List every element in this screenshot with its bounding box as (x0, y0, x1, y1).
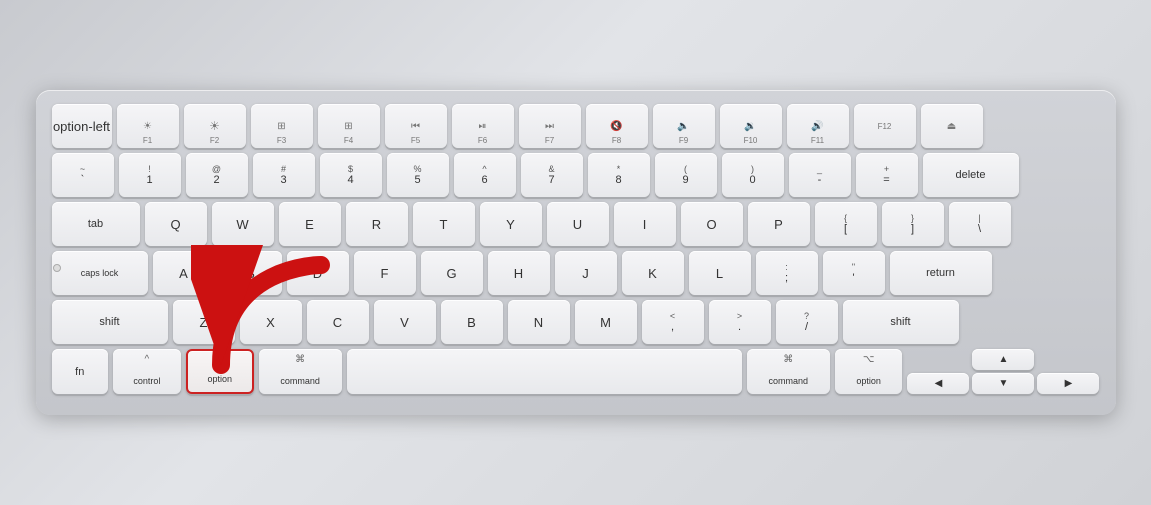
key-r[interactable]: R (346, 202, 408, 246)
key-h[interactable]: H (488, 251, 550, 295)
key-option-left[interactable]: ⌥ option (186, 349, 254, 394)
key-f4[interactable]: ⊞ F4 (318, 104, 380, 148)
key-0[interactable]: ) 0 (722, 153, 784, 197)
key-period[interactable]: > . (709, 300, 771, 344)
key-esc[interactable]: option-left (52, 104, 112, 148)
key-rbracket[interactable]: } ] (882, 202, 944, 246)
shift-key-row: shift Z X C V B N M < , > . (52, 300, 1100, 344)
key-z[interactable]: Z (173, 300, 235, 344)
key-p[interactable]: P (748, 202, 810, 246)
key-n[interactable]: N (508, 300, 570, 344)
key-j[interactable]: J (555, 251, 617, 295)
key-f7[interactable]: ⏭ F7 (519, 104, 581, 148)
key-f[interactable]: F (354, 251, 416, 295)
key-e[interactable]: E (279, 202, 341, 246)
key-command-left[interactable]: ⌘ command (259, 349, 342, 394)
key-return[interactable]: return (890, 251, 992, 295)
asdf-key-row: caps lock A S D F G H J K L : (52, 251, 1100, 295)
key-m[interactable]: M (575, 300, 637, 344)
key-1[interactable]: ! 1 (119, 153, 181, 197)
key-space[interactable] (347, 349, 742, 394)
key-q[interactable]: Q (145, 202, 207, 246)
key-eject[interactable]: ⏏ (921, 104, 983, 148)
key-8[interactable]: * 8 (588, 153, 650, 197)
key-tilde[interactable]: ~ ` (52, 153, 114, 197)
key-arrow-down[interactable]: ▼ (972, 373, 1034, 394)
key-quote[interactable]: " ' (823, 251, 885, 295)
key-f9[interactable]: 🔈 F9 (653, 104, 715, 148)
key-x[interactable]: X (240, 300, 302, 344)
key-y[interactable]: Y (480, 202, 542, 246)
key-arrow-up[interactable]: ▲ (972, 349, 1034, 370)
key-2[interactable]: @ 2 (186, 153, 248, 197)
key-slash[interactable]: ? / (776, 300, 838, 344)
key-shift-right[interactable]: shift (843, 300, 959, 344)
key-arrow-right[interactable]: ▶ (1037, 373, 1099, 394)
key-9[interactable]: ( 9 (655, 153, 717, 197)
key-v[interactable]: V (374, 300, 436, 344)
keyboard: option-left ☀ F1 ☀ F2 ⊞ F3 ⊞ F4 ⏮ F5 ⏯ F… (36, 90, 1116, 415)
key-f6[interactable]: ⏯ F6 (452, 104, 514, 148)
key-f11[interactable]: 🔊 F11 (787, 104, 849, 148)
key-4[interactable]: $ 4 (320, 153, 382, 197)
number-key-row: ~ ` ! 1 @ 2 # 3 $ 4 % 5 ^ 6 & 7 (52, 153, 1100, 197)
key-g[interactable]: G (421, 251, 483, 295)
key-k[interactable]: K (622, 251, 684, 295)
key-i[interactable]: I (614, 202, 676, 246)
key-b[interactable]: B (441, 300, 503, 344)
key-semicolon[interactable]: : ; (756, 251, 818, 295)
key-f12[interactable]: F12 (854, 104, 916, 148)
key-d[interactable]: D (287, 251, 349, 295)
key-5[interactable]: % 5 (387, 153, 449, 197)
key-minus[interactable]: _ - (789, 153, 851, 197)
key-u[interactable]: U (547, 202, 609, 246)
key-w[interactable]: W (212, 202, 274, 246)
key-tab[interactable]: tab (52, 202, 140, 246)
key-lbracket[interactable]: { [ (815, 202, 877, 246)
key-backslash[interactable]: | \ (949, 202, 1011, 246)
key-delete[interactable]: delete (923, 153, 1019, 197)
key-l[interactable]: L (689, 251, 751, 295)
key-control-left[interactable]: ^ control (113, 349, 181, 394)
key-option-right[interactable]: ⌥ option (835, 349, 903, 394)
key-equals[interactable]: + = (856, 153, 918, 197)
key-f5[interactable]: ⏮ F5 (385, 104, 447, 148)
key-3[interactable]: # 3 (253, 153, 315, 197)
fn-key-row: option-left ☀ F1 ☀ F2 ⊞ F3 ⊞ F4 ⏮ F5 ⏯ F… (52, 104, 1100, 148)
key-f8[interactable]: 🔇 F8 (586, 104, 648, 148)
key-comma[interactable]: < , (642, 300, 704, 344)
qwerty-key-row: tab Q W E R T Y U I O P (52, 202, 1100, 246)
key-f2[interactable]: ☀ F2 (184, 104, 246, 148)
key-capslock[interactable]: caps lock (52, 251, 148, 295)
key-command-right[interactable]: ⌘ command (747, 349, 830, 394)
key-arrow-left[interactable]: ◀ (907, 373, 969, 394)
key-o[interactable]: O (681, 202, 743, 246)
key-fn[interactable]: fn (52, 349, 108, 394)
modifier-key-row: fn ^ control ⌥ option ⌘ command ⌘ comman… (52, 349, 1100, 394)
key-shift-left[interactable]: shift (52, 300, 168, 344)
key-f1[interactable]: ☀ F1 (117, 104, 179, 148)
arrow-keys-block: ▲ ◀ ▼ ▶ (907, 349, 1099, 394)
key-c[interactable]: C (307, 300, 369, 344)
key-f3[interactable]: ⊞ F3 (251, 104, 313, 148)
key-a[interactable]: A (153, 251, 215, 295)
key-6[interactable]: ^ 6 (454, 153, 516, 197)
key-f10[interactable]: 🔉 F10 (720, 104, 782, 148)
key-s[interactable]: S (220, 251, 282, 295)
key-t[interactable]: T (413, 202, 475, 246)
key-7[interactable]: & 7 (521, 153, 583, 197)
